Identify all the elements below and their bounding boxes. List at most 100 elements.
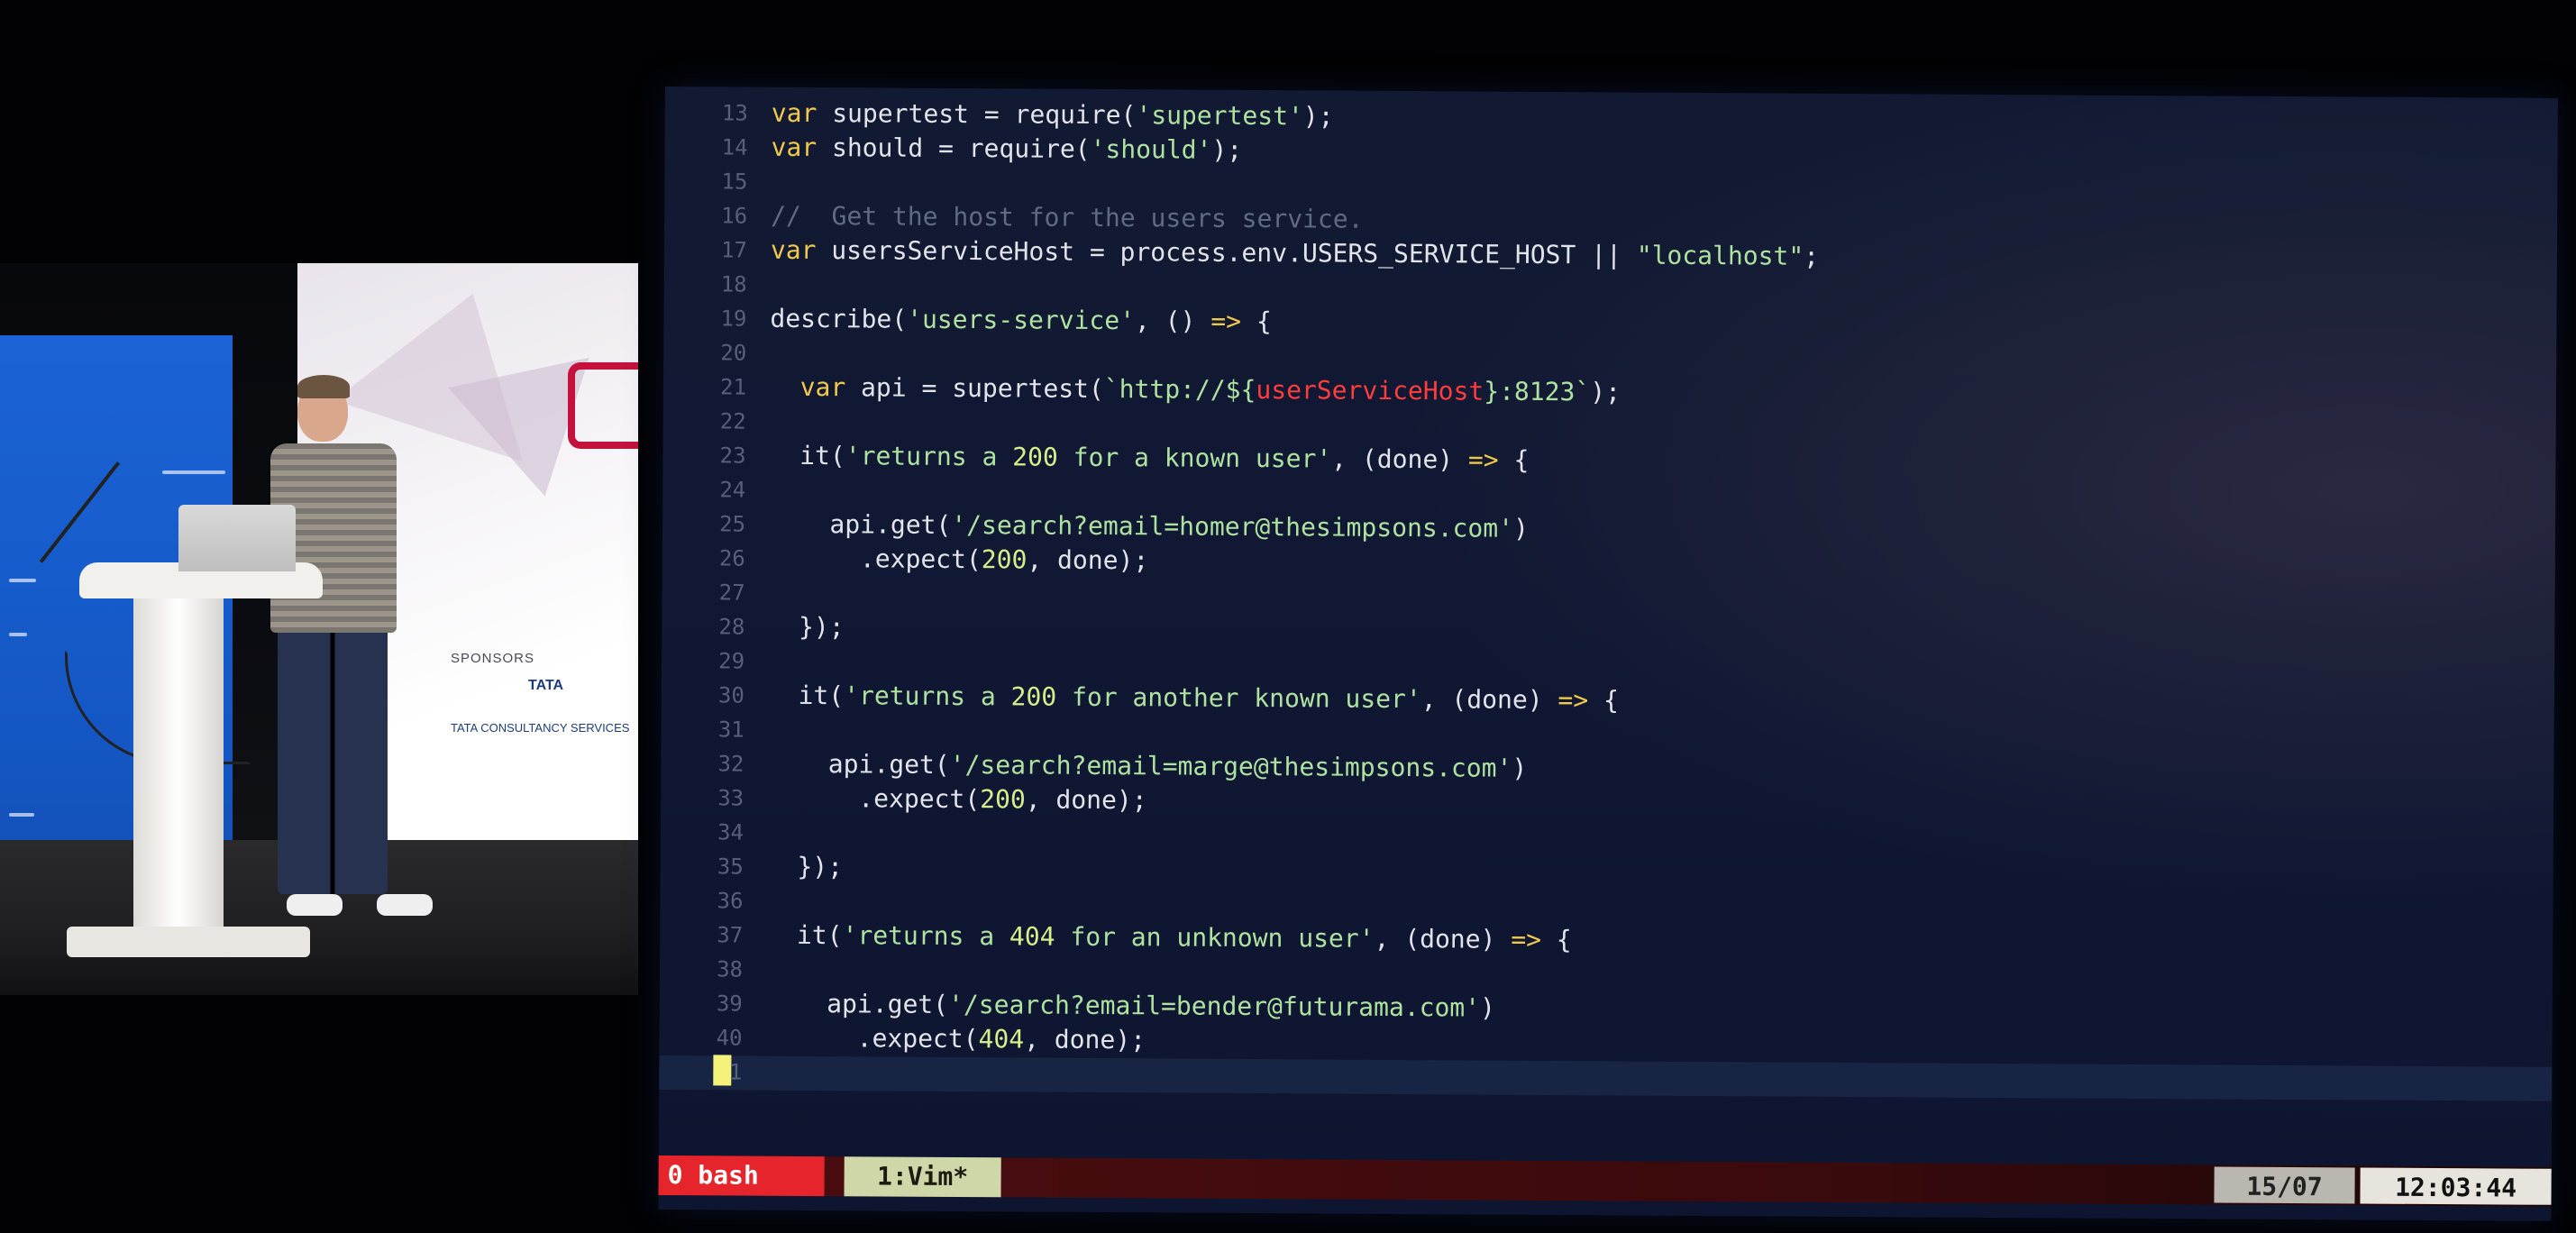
code-token: ) [1512, 753, 1528, 783]
code-token: { [1588, 685, 1620, 716]
code-token: var [771, 132, 818, 163]
line-text: it('returns a 404 for an unknown user', … [766, 918, 1572, 957]
code-token: => [1210, 306, 1242, 336]
line-text: .expect(404, done); [765, 1021, 1146, 1058]
code-token: 200 [980, 784, 1026, 815]
line-number: 40 [716, 1025, 743, 1051]
code-token: userServiceHost [1256, 375, 1484, 406]
line-number: 32 [717, 751, 744, 777]
line-text: api.get('/search?email=marge@thesimpsons… [767, 747, 1528, 786]
line-number: 21 [719, 374, 747, 400]
code-token: 'returns a [845, 441, 1013, 472]
podium-base [67, 927, 310, 957]
sponsor-logo: TATA [528, 678, 564, 693]
code-token: api.get( [768, 508, 952, 540]
line-number: 19 [720, 306, 747, 332]
line-text: describe('users-service', () => { [770, 302, 1272, 339]
code-token: 404 [978, 1024, 1025, 1055]
code-token: ); [1302, 101, 1334, 132]
code-token: `http://${ [1103, 373, 1256, 406]
line-text: var api = supertest(`http://${userServic… [770, 370, 1621, 410]
code-token: ; [1804, 241, 1820, 271]
line-number: 13 [721, 100, 748, 126]
line-number: 38 [717, 956, 744, 982]
line-number: 17 [720, 237, 747, 263]
line-number: 29 [718, 648, 745, 674]
line-number: 20 [720, 340, 747, 366]
code-token: 'should' [1090, 133, 1212, 165]
presentation-frame: SPONSORS TATA TATA CONSULTANCY SERVICES … [0, 0, 2576, 1233]
code-token: for an unknown user' [1055, 921, 1375, 954]
code-token: should = require( [817, 132, 1091, 164]
code-token: => [1467, 444, 1499, 475]
line-number: 36 [717, 888, 744, 914]
code-token: , done); [1027, 544, 1149, 576]
code-token: for another known user' [1056, 681, 1421, 715]
tmux-status-bar: 0 bash 1:Vim* 15/07 12:03:44 [658, 1155, 2552, 1207]
line-number: 33 [717, 785, 744, 811]
code-token: 'returns a [842, 920, 1010, 952]
code-token: }:8123` [1484, 376, 1591, 407]
line-number: 16 [721, 203, 748, 229]
line-number: 37 [717, 922, 744, 948]
code-token: api.get( [767, 748, 950, 780]
code-token: , (done) [1420, 684, 1558, 716]
line-text: it('returns a 200 for another known user… [768, 679, 1619, 718]
code-token: api = supertest( [845, 372, 1104, 404]
line-text: .expect(200, done); [769, 542, 1149, 579]
line-text: var should = require('should'); [771, 131, 1242, 168]
code-token: it( [767, 680, 845, 711]
status-time: 12:03:44 [2360, 1167, 2552, 1205]
code-token: var [770, 234, 817, 266]
line-number: 30 [717, 682, 744, 708]
code-token: { [1498, 444, 1530, 475]
code-token: }); [768, 611, 845, 643]
speaker-shoe-right [377, 894, 433, 916]
line-number: 15 [721, 169, 748, 195]
code-token: 'returns a [844, 680, 1011, 712]
code-token: { [1240, 306, 1272, 337]
code-token: "localhost" [1636, 240, 1804, 271]
tmux-window-bash[interactable]: 0 bash [658, 1155, 825, 1197]
code-token: ) [1479, 992, 1496, 1023]
code-token: // Get the host for the users service. [771, 200, 1364, 234]
code-token: ); [1211, 134, 1243, 165]
event-logo [568, 362, 638, 449]
code-token: it( [769, 440, 845, 471]
speaker-hair [297, 375, 350, 398]
code-token: ); [1590, 377, 1621, 407]
code-token: => [1557, 685, 1589, 716]
code-token: '/search?email=homer@thesimpsons.com' [951, 509, 1514, 543]
line-text: it('returns a 200 for a known user', (do… [769, 439, 1529, 478]
code-token: 200 [1012, 442, 1058, 472]
line-text: api.get('/search?email=homer@thesimpsons… [769, 507, 1529, 546]
line-number: 18 [720, 271, 747, 297]
code-token: api.get( [765, 988, 949, 1019]
line-number: 27 [718, 580, 745, 606]
line-number: 23 [719, 443, 746, 469]
code-token: .expect( [767, 782, 981, 815]
code-token: for a known user' [1057, 442, 1332, 474]
code-token: , done); [1024, 1024, 1146, 1055]
text-cursor [713, 1055, 732, 1086]
code-token: .expect( [768, 543, 982, 575]
tmux-window-vim[interactable]: 1:Vim* [844, 1156, 1001, 1198]
sponsors-label: SPONSORS [451, 651, 535, 666]
line-number: 28 [718, 614, 745, 640]
code-token: 404 [1009, 921, 1055, 952]
speaker-legs [278, 624, 388, 894]
vim-editor-buffer[interactable]: 13 var supertest = require('supertest'); 1… [659, 96, 2558, 1126]
sponsor-name: TATA CONSULTANCY SERVICES [451, 721, 630, 735]
code-token: '/search?email=marge@thesimpsons.com' [949, 749, 1512, 783]
status-date: 15/07 [2214, 1166, 2355, 1204]
code-token: .expect( [765, 1022, 979, 1055]
code-token: var [799, 371, 846, 403]
terminal-window[interactable]: 13 var supertest = require('supertest'); 1… [658, 87, 2558, 1221]
code-token: supertest = require( [817, 98, 1137, 131]
code-token: { [1540, 924, 1572, 955]
line-number: 22 [719, 408, 746, 434]
code-token: it( [766, 919, 843, 951]
code-token: 'supertest' [1136, 100, 1303, 132]
code-token: 200 [1010, 681, 1057, 712]
